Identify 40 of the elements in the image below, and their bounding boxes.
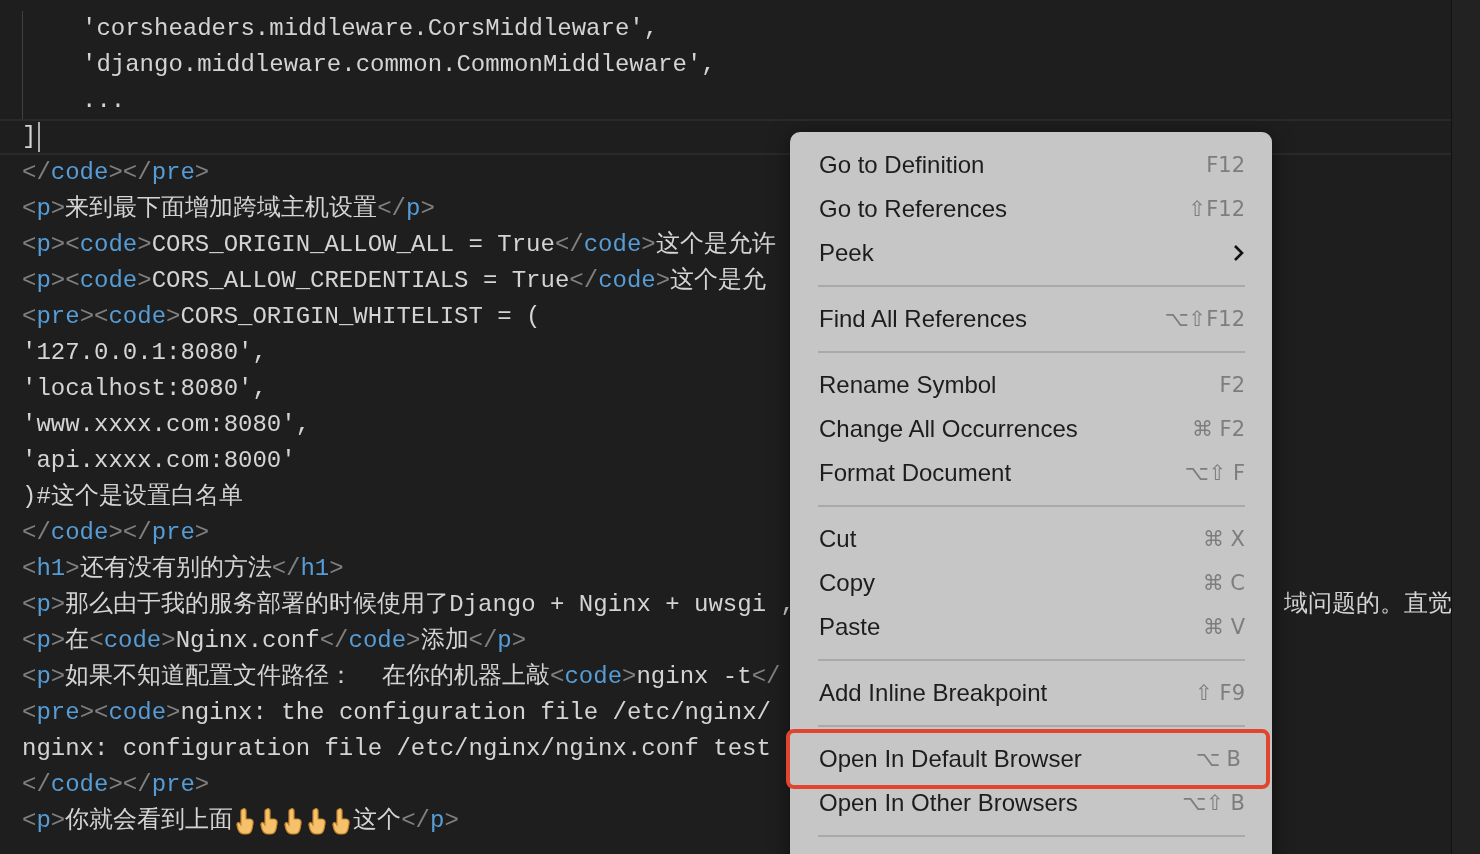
menu-item[interactable]: Rename Symbol F2 — [790, 363, 1272, 407]
code-line: )#这个是设置白名单 — [22, 482, 243, 512]
menu-item[interactable]: Change All Occurrences ⌘ F2 — [790, 407, 1272, 451]
code-line: '127.0.0.1:8080', — [22, 338, 267, 368]
code-line: ] — [22, 122, 37, 152]
code-line: <p><code>CORS_ORIGIN_ALLOW_ALL = True</code>这个是允许 — [22, 230, 776, 260]
menu-item[interactable]: Format Document ⌥⇧ F — [790, 451, 1272, 495]
code-line: <p>来到最下面增加跨域主机设置</p> — [22, 193, 435, 224]
menu-item[interactable]: Go to References ⇧F12 — [790, 187, 1272, 231]
menu-item[interactable]: Go to Definition F12 — [790, 143, 1272, 187]
menu-item[interactable]: Cut ⌘ X — [790, 517, 1272, 561]
code-line: <p>如果不知道配置文件路径： 在你的机器上敲<code>nginx -t</ — [22, 662, 781, 692]
code-line: </code></pre> — [22, 770, 210, 800]
menu-item[interactable]: Peek — [790, 231, 1272, 275]
chevron-right-icon — [1233, 244, 1245, 262]
text-cursor — [38, 122, 41, 152]
code-line: <pre><code>nginx: the configuration file /etc/nginx/ — [22, 698, 771, 728]
code-line: <p><code>CORS_ALLOW_CREDENTIALS = True</code>这个是允 — [22, 266, 767, 296]
menu-item[interactable]: Open In Default Browser ⌥ B — [786, 729, 1270, 789]
code-line: 域问题的。直觉 — [1284, 590, 1452, 620]
code-line: 'corsheaders.middleware.CorsMiddleware', — [22, 11, 659, 47]
code-line: </code></pre> — [22, 158, 210, 188]
pointing-hand-icon — [307, 807, 328, 835]
pointing-hand-icon — [235, 807, 256, 835]
code-line: </code></pre> — [22, 518, 210, 548]
code-line: 'api.xxxx.com:8000' — [22, 446, 296, 476]
menu-item[interactable]: Add Inline Breakpoint ⇧ F9 — [790, 671, 1272, 715]
code-line: <p>在<code>Nginx.conf</code>添加</p> — [22, 626, 527, 656]
code-line: <pre><code>CORS_ORIGIN_WHITELIST = ( — [22, 302, 541, 332]
pointing-hand-icon — [331, 807, 352, 835]
code-line: 'www.xxxx.com:8080', — [22, 410, 311, 440]
code-line: 'localhost:8080', — [22, 374, 267, 404]
code-line: nginx: configuration file /etc/nginx/nginx.conf test — [22, 734, 771, 764]
menu-item[interactable]: Find All References ⌥⇧F12 — [790, 297, 1272, 341]
code-line: <p>你就会看到上面 这个</p> — [22, 806, 459, 837]
code-line: ... — [22, 83, 126, 119]
code-line: <h1>还有没有别的方法</h1> — [22, 553, 344, 584]
code-line: 'django.middleware.common.CommonMiddleware', — [22, 47, 716, 83]
pointing-hand-icon — [283, 807, 304, 835]
pointing-hand-icon — [259, 807, 280, 835]
